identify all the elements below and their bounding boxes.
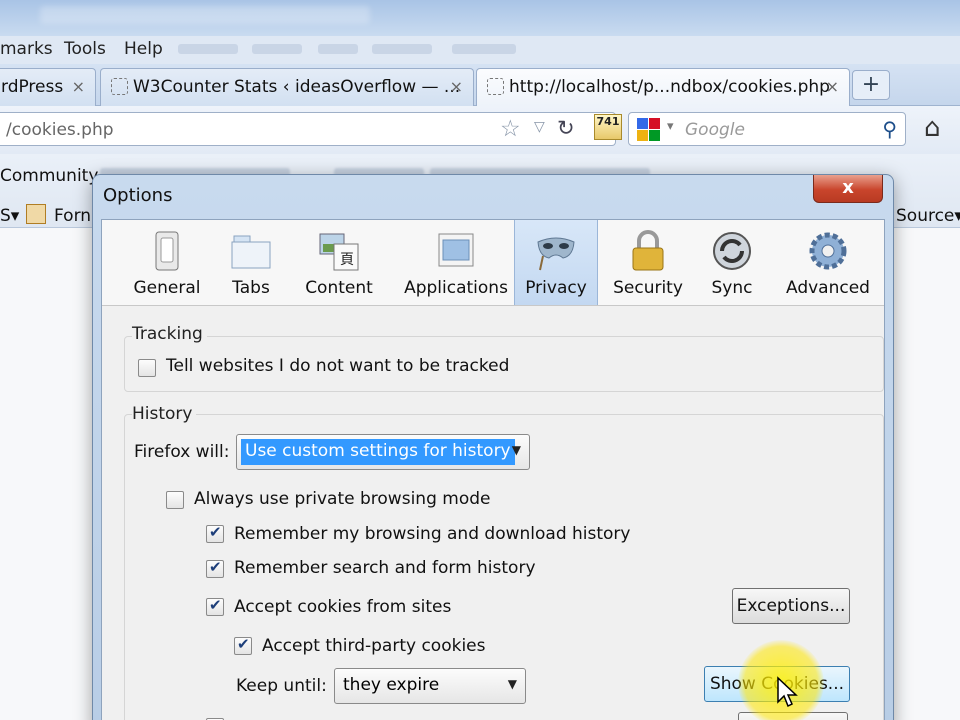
reload-icon[interactable]: ↻ [557, 116, 575, 140]
padlock-icon [632, 230, 664, 271]
search-input[interactable]: Google [685, 120, 745, 140]
menu-bookmarks[interactable]: marks [0, 39, 53, 59]
settings-button[interactable] [738, 712, 848, 720]
bookmark-folder[interactable]: S▾ [0, 206, 19, 226]
menu-blur [372, 44, 432, 54]
firefox-will-label: Firefox will: [134, 442, 230, 462]
rank-value: 741 [596, 115, 620, 128]
tab-close-icon[interactable]: × [450, 77, 463, 96]
gear-icon [809, 232, 847, 270]
url-history-dropdown-icon[interactable]: ▽ [534, 119, 545, 135]
url-bar[interactable]: /cookies.php ☆ ▽ ↻ [0, 112, 616, 146]
menu-blur [178, 44, 238, 54]
bookmark-label: S [0, 206, 11, 226]
tab-cookies[interactable]: http://localhost/p...ndbox/cookies.php × [476, 68, 850, 106]
menu-blur [452, 44, 516, 54]
tracking-heading: Tracking [132, 324, 207, 344]
tab-wordpress[interactable]: rdPress × [0, 68, 96, 106]
menu-help[interactable]: Help [124, 39, 163, 59]
tab-label: W3Counter Stats ‹ ideasOverflow — ... [133, 77, 461, 97]
pane-general[interactable]: General [122, 220, 212, 305]
bookmark-source[interactable]: Source▾ [896, 206, 960, 226]
pane-label: Sync [711, 278, 753, 298]
pane-label: Tabs [232, 278, 270, 298]
remember-browsing-label: Remember my browsing and download histor… [234, 524, 631, 544]
do-not-track-checkbox[interactable] [138, 359, 156, 377]
dialog-body: General Tabs 頁 Content Applications Priv… [101, 219, 885, 720]
tab-close-icon[interactable]: × [826, 77, 839, 96]
search-icon[interactable]: ⚲ [882, 117, 897, 141]
google-icon[interactable] [637, 118, 661, 142]
keep-until-label: Keep until: [236, 676, 327, 696]
window-titlebar [0, 0, 960, 36]
titlebar-blur [40, 6, 370, 24]
svg-text:頁: 頁 [340, 252, 354, 268]
forms-icon [26, 204, 46, 224]
menu-bar: marks Tools Help [0, 36, 960, 64]
alexa-rank-badge[interactable]: 741 [594, 114, 622, 140]
options-dialog: Options x General Tabs 頁 Content Applica… [92, 174, 894, 720]
home-icon[interactable]: ⌂ [924, 114, 941, 142]
remember-search-checkbox[interactable] [206, 558, 224, 578]
new-tab-button[interactable]: + [852, 70, 890, 100]
pane-label: Content [305, 278, 373, 298]
chevron-down-icon: ▼ [511, 443, 521, 457]
third-party-cookies-label: Accept third-party cookies [262, 636, 486, 656]
privacy-mask-icon [537, 237, 575, 271]
tabs-icon [231, 235, 271, 269]
page-icon [487, 78, 504, 95]
dialog-title: Options [103, 185, 173, 206]
pane-label: General [133, 278, 201, 298]
exceptions-button[interactable]: Exceptions... [732, 588, 850, 624]
keep-until-value: they expire [343, 675, 440, 695]
pane-label: Privacy [525, 278, 587, 298]
bookmark-community[interactable]: Community [0, 166, 98, 186]
pane-tabs[interactable]: Tabs [216, 220, 286, 305]
close-button[interactable]: x [813, 175, 883, 203]
pane-security[interactable]: Security [606, 220, 690, 305]
pane-content[interactable]: 頁 Content [292, 220, 386, 305]
menu-tools[interactable]: Tools [64, 39, 106, 59]
remember-browsing-checkbox[interactable] [206, 523, 224, 543]
private-browsing-checkbox[interactable] [166, 491, 184, 509]
search-engine-dropdown-icon[interactable]: ▾ [667, 119, 674, 134]
pane-privacy[interactable]: Privacy [514, 220, 598, 305]
history-heading: History [132, 404, 197, 424]
page-icon [111, 78, 128, 95]
accept-cookies-label: Accept cookies from sites [234, 597, 452, 617]
bookmark-star-icon[interactable]: ☆ [500, 116, 521, 142]
pane-selector: General Tabs 頁 Content Applications Priv… [102, 220, 884, 306]
content-icon: 頁 [319, 233, 359, 271]
pane-label: Advanced [786, 278, 870, 298]
applications-icon [438, 233, 474, 267]
keep-until-select[interactable]: they expire ▼ [334, 668, 526, 704]
pane-advanced[interactable]: Advanced [776, 220, 880, 305]
pane-label: Security [613, 278, 683, 298]
tab-label: http://localhost/p...ndbox/cookies.php [509, 77, 830, 97]
history-mode-select[interactable]: Use custom settings for history ▼ [236, 434, 530, 470]
do-not-track-label: Tell websites I do not want to be tracke… [166, 356, 510, 376]
history-mode-value: Use custom settings for history [241, 439, 515, 465]
general-icon [155, 231, 179, 271]
sync-icon [713, 232, 751, 270]
menu-blur [318, 44, 358, 54]
accept-cookies-checkbox[interactable] [206, 596, 224, 616]
remember-search-label: Remember search and form history [234, 558, 536, 578]
private-browsing-label: Always use private browsing mode [194, 489, 491, 509]
menu-blur [252, 44, 302, 54]
bookmark-label: Source [896, 206, 955, 226]
tab-label: rdPress [1, 77, 64, 97]
tab-strip: rdPress × W3Counter Stats ‹ ideasOverflo… [0, 64, 960, 106]
bookmark-forms[interactable]: Forn [54, 206, 91, 226]
tab-close-icon[interactable]: × [72, 77, 85, 96]
url-text: /cookies.php [6, 120, 114, 140]
pane-sync[interactable]: Sync [700, 220, 764, 305]
pane-label: Applications [404, 278, 508, 298]
mouse-pointer-icon [777, 676, 798, 708]
third-party-cookies-checkbox[interactable] [234, 635, 252, 655]
pane-applications[interactable]: Applications [396, 220, 516, 305]
search-bar[interactable]: ▾ Google ⚲ [628, 112, 906, 146]
chevron-down-icon: ▼ [507, 677, 517, 691]
tab-w3counter[interactable]: W3Counter Stats ‹ ideasOverflow — ... × [100, 68, 474, 106]
